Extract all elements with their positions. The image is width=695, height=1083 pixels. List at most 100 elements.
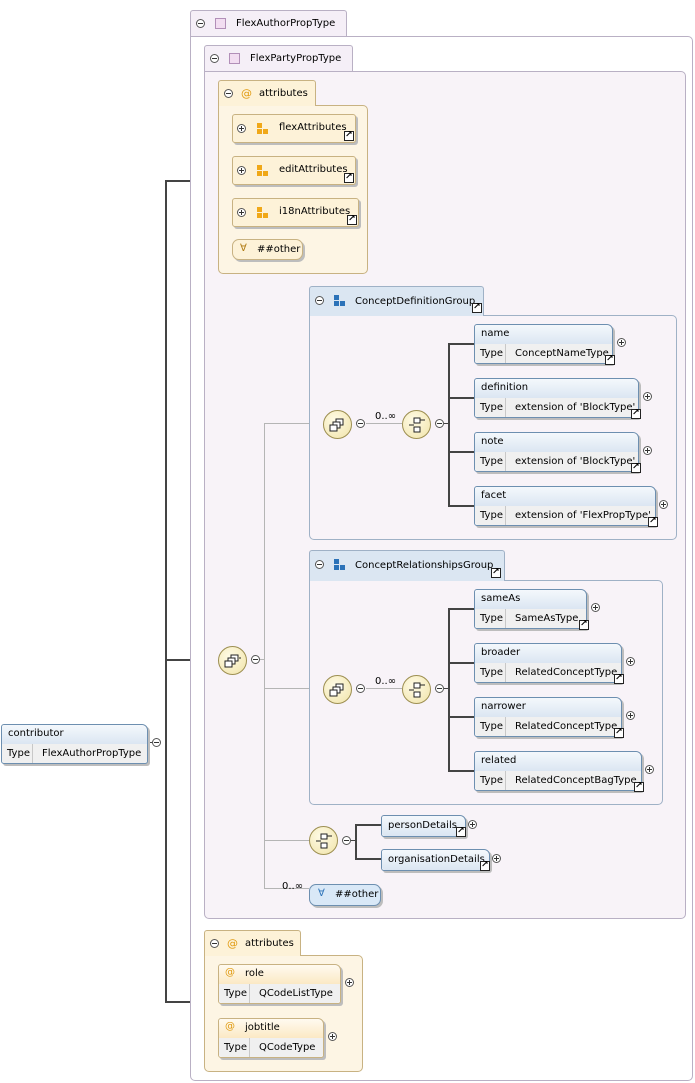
element-label: contributor: [8, 728, 64, 739]
type-value: RelatedConceptBagType: [515, 775, 637, 786]
attribute-group-name: editAttributes: [279, 164, 348, 175]
connector-line: [448, 770, 474, 772]
expand-icon[interactable]: [591, 603, 600, 612]
reference-icon[interactable]: [631, 461, 641, 473]
element-name[interactable]: name Type ConceptNameType: [474, 324, 615, 365]
collapse-icon[interactable]: [210, 54, 219, 63]
reference-icon[interactable]: [605, 353, 615, 365]
any-icon: ∀: [318, 888, 325, 899]
connector-line: [448, 716, 474, 718]
connector-line: [366, 688, 402, 689]
element-definition[interactable]: definition Type extension of 'BlockType': [474, 378, 641, 419]
sequence-compositor[interactable]: [323, 675, 352, 704]
reference-icon[interactable]: [631, 407, 641, 419]
type-label: Type: [224, 988, 247, 999]
collapse-icon[interactable]: [435, 419, 444, 428]
attribute-icon: @: [241, 87, 252, 100]
reference-icon[interactable]: [614, 726, 624, 738]
choice-compositor[interactable]: [309, 826, 338, 855]
connector-line: [448, 505, 474, 507]
occurrence-label: 0..∞: [282, 881, 304, 892]
attribute-icon: @: [225, 967, 235, 978]
expand-icon[interactable]: [492, 854, 501, 863]
attribute-group-edit-attributes[interactable]: editAttributes: [232, 156, 356, 185]
attributes-top-tab[interactable]: @ attributes: [218, 80, 316, 106]
concept-relationships-group-tab[interactable]: ConceptRelationshipsGroup: [309, 550, 505, 581]
collapse-icon[interactable]: [224, 89, 233, 98]
collapse-icon[interactable]: [210, 939, 219, 948]
reference-icon[interactable]: [480, 859, 490, 871]
reference-icon[interactable]: [491, 566, 501, 578]
attribute-label: role: [245, 968, 264, 979]
concept-definition-group-tab[interactable]: ConceptDefinitionGroup: [309, 286, 484, 316]
type-label: Type: [480, 775, 503, 786]
attribute-group-i18n-attributes[interactable]: i18nAttributes: [232, 198, 359, 227]
expand-icon[interactable]: [626, 657, 635, 666]
complex-type-icon: [215, 18, 226, 29]
element-facet[interactable]: facet Type extension of 'FlexPropType': [474, 486, 658, 527]
element-person-details[interactable]: personDetails: [381, 815, 466, 837]
collapse-icon[interactable]: [196, 19, 205, 28]
element-same-as[interactable]: sameAs Type SameAsType: [474, 589, 589, 630]
attribute-jobtitle[interactable]: @ jobtitle Type QCodeType: [218, 1018, 324, 1058]
sequence-compositor[interactable]: [218, 646, 247, 675]
any-attribute[interactable]: ∀ ##other: [232, 239, 303, 260]
reference-icon[interactable]: [579, 618, 589, 630]
group-label: ConceptDefinitionGroup: [355, 296, 476, 307]
element-broader[interactable]: broader Type RelatedConceptType: [474, 643, 624, 684]
type-value: extension of 'BlockType': [515, 456, 636, 467]
reference-icon[interactable]: [472, 301, 482, 313]
reference-icon[interactable]: [344, 129, 354, 141]
element-label: broader: [481, 647, 521, 658]
element-narrower[interactable]: narrower Type RelatedConceptType: [474, 697, 624, 738]
expand-icon[interactable]: [237, 208, 246, 217]
expand-icon[interactable]: [328, 1032, 337, 1041]
collapse-icon[interactable]: [356, 684, 365, 693]
attributes-label: attributes: [259, 88, 308, 99]
attribute-group-flex-attributes[interactable]: flexAttributes: [232, 114, 356, 143]
type-label: Type: [224, 1042, 247, 1053]
collapse-icon[interactable]: [315, 560, 324, 569]
type-value: ConceptNameType: [515, 348, 609, 359]
expand-icon[interactable]: [626, 711, 635, 720]
choice-compositor[interactable]: [402, 675, 431, 704]
element-note[interactable]: note Type extension of 'BlockType': [474, 432, 641, 473]
expand-icon[interactable]: [643, 392, 652, 401]
reference-icon[interactable]: [648, 515, 658, 527]
choice-compositor[interactable]: [402, 410, 431, 439]
type-value: FlexAuthorPropType: [42, 748, 142, 759]
reference-icon[interactable]: [347, 213, 357, 225]
collapse-icon[interactable]: [251, 655, 260, 664]
expand-icon[interactable]: [617, 338, 626, 347]
collapse-icon[interactable]: [342, 836, 351, 845]
collapse-icon[interactable]: [315, 296, 324, 305]
any-element[interactable]: ∀ ##other: [309, 884, 381, 906]
element-organisation-details[interactable]: organisationDetails: [381, 849, 490, 871]
expand-icon[interactable]: [237, 124, 246, 133]
expand-icon[interactable]: [468, 820, 477, 829]
flex-party-prop-type-tab[interactable]: FlexPartyPropType: [204, 45, 353, 71]
attribute-role[interactable]: @ role Type QCodeListType: [218, 964, 341, 1004]
root-element-contributor[interactable]: contributor Type FlexAuthorPropType: [1, 724, 148, 764]
sequence-compositor[interactable]: [323, 410, 352, 439]
reference-icon[interactable]: [614, 672, 624, 684]
flex-author-prop-type-tab[interactable]: FlexAuthorPropType: [190, 10, 347, 36]
connector-line: [355, 824, 381, 826]
expand-icon[interactable]: [237, 166, 246, 175]
element-label: note: [481, 436, 504, 447]
collapse-icon[interactable]: [435, 684, 444, 693]
expand-icon[interactable]: [643, 446, 652, 455]
reference-icon[interactable]: [634, 780, 644, 792]
expand-icon[interactable]: [659, 500, 668, 509]
collapse-icon[interactable]: [356, 419, 365, 428]
connector-line: [355, 858, 381, 860]
expand-icon[interactable]: [645, 765, 654, 774]
type-label: Type: [7, 748, 30, 759]
collapse-icon[interactable]: [152, 738, 161, 747]
attributes-bottom-tab[interactable]: @ attributes: [204, 930, 301, 956]
expand-icon[interactable]: [345, 978, 354, 987]
connector-line: [366, 423, 402, 424]
reference-icon[interactable]: [456, 825, 466, 837]
reference-icon[interactable]: [344, 171, 354, 183]
element-related[interactable]: related Type RelatedConceptBagType: [474, 751, 644, 792]
